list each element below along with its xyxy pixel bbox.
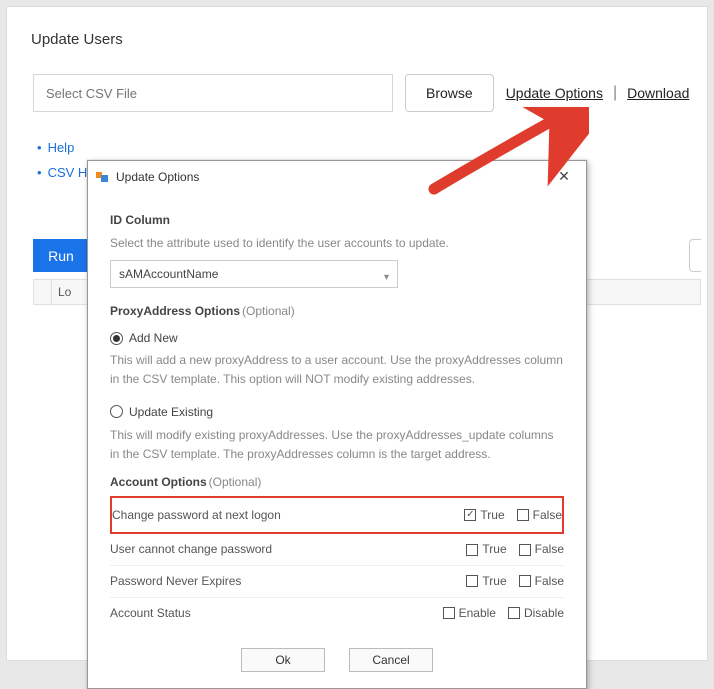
chevron-down-icon: ▾ xyxy=(384,270,389,286)
main-panel: Update Users Browse Update Options | Dow… xyxy=(6,6,708,661)
proxy-heading: ProxyAddress Options(Optional) xyxy=(110,302,564,321)
close-icon[interactable]: ✕ xyxy=(550,167,578,187)
radio-update-existing[interactable]: Update Existing xyxy=(110,403,213,422)
truncated-button[interactable] xyxy=(689,239,701,272)
csv-file-input[interactable] xyxy=(33,74,393,112)
checkbox-disable[interactable]: Disable xyxy=(508,604,564,623)
row-label: Change password at next logon xyxy=(112,506,464,525)
csv-help-label: CSV H xyxy=(48,165,88,180)
run-button[interactable]: Run xyxy=(33,239,89,272)
checkbox-false[interactable]: False xyxy=(519,572,564,591)
cancel-button[interactable]: Cancel xyxy=(349,648,433,672)
row-label: Password Never Expires xyxy=(110,572,466,591)
account-options-heading: Account Options(Optional) xyxy=(110,473,564,492)
radio-add-new-label: Add New xyxy=(129,329,178,348)
account-row-cannot-change: User cannot change password True False xyxy=(110,534,564,566)
page-title: Update Users xyxy=(7,7,707,64)
separator: | xyxy=(613,84,617,102)
account-row-status: Account Status Enable Disable xyxy=(110,598,564,629)
radio-icon xyxy=(110,332,123,345)
toolbar: Browse Update Options | Download xyxy=(7,64,707,112)
checkbox-false[interactable]: False xyxy=(519,540,564,559)
id-column-select[interactable]: sAMAccountName ▾ xyxy=(110,260,398,288)
id-column-heading: ID Column xyxy=(110,211,564,230)
checkbox-enable[interactable]: Enable xyxy=(443,604,496,623)
update-existing-desc: This will modify existing proxyAddresses… xyxy=(110,426,564,463)
update-options-link[interactable]: Update Options xyxy=(506,85,603,101)
row-label: User cannot change password xyxy=(110,540,466,559)
add-new-desc: This will add a new proxyAddress to a us… xyxy=(110,351,564,388)
checkbox-true[interactable]: True xyxy=(464,506,504,525)
dialog-body: ID Column Select the attribute used to i… xyxy=(88,195,586,636)
table-column-header: Lo xyxy=(52,285,71,299)
dialog-titlebar: Update Options ✕ xyxy=(88,161,586,195)
id-column-select-value: sAMAccountName xyxy=(119,265,218,284)
checkbox-true[interactable]: True xyxy=(466,572,506,591)
update-options-dialog: Update Options ✕ ID Column Select the at… xyxy=(87,160,587,689)
download-link[interactable]: Download xyxy=(627,85,689,101)
radio-icon xyxy=(110,405,123,418)
row-label: Account Status xyxy=(110,604,443,623)
radio-add-new[interactable]: Add New xyxy=(110,329,178,348)
checkbox-false[interactable]: False xyxy=(517,506,562,525)
radio-update-existing-label: Update Existing xyxy=(129,403,213,422)
highlighted-row: Change password at next logon True False xyxy=(110,496,564,535)
help-link-label: Help xyxy=(48,140,75,155)
account-row-never-expires: Password Never Expires True False xyxy=(110,566,564,598)
app-icon xyxy=(96,170,110,184)
browse-button[interactable]: Browse xyxy=(405,74,494,112)
account-row-change-password: Change password at next logon True False xyxy=(112,500,562,531)
help-link[interactable]: •Help xyxy=(37,136,707,161)
id-column-desc: Select the attribute used to identify th… xyxy=(110,234,564,253)
ok-button[interactable]: Ok xyxy=(241,648,325,672)
dialog-footer: Ok Cancel xyxy=(88,636,586,688)
checkbox-true[interactable]: True xyxy=(466,540,506,559)
dialog-title: Update Options xyxy=(116,170,550,184)
